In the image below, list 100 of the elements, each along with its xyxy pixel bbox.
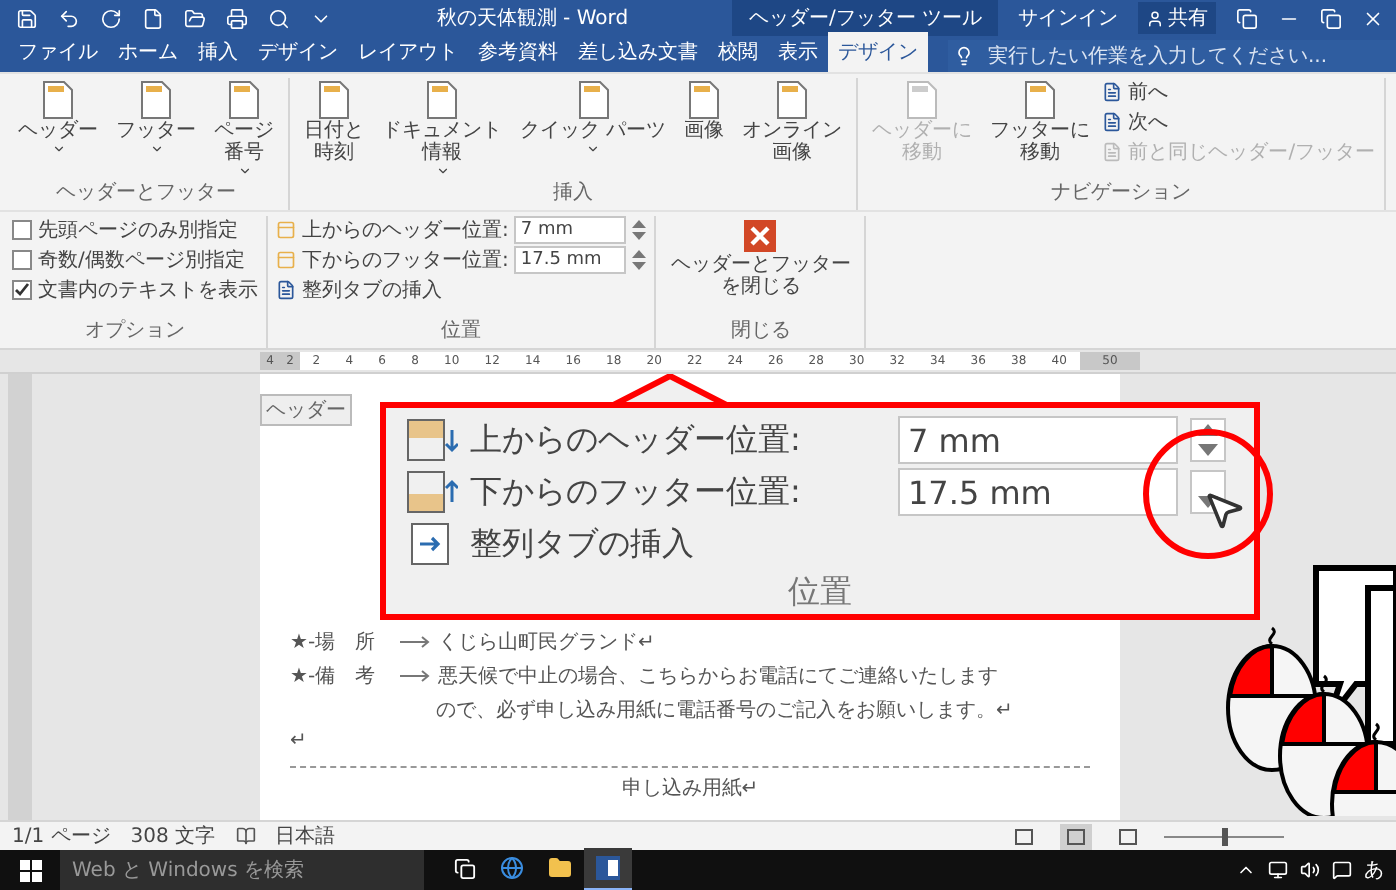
group-label: オプション xyxy=(83,317,187,346)
ribbon-button[interactable]: オンライン画像 xyxy=(736,78,849,180)
lightbulb-icon xyxy=(954,46,974,66)
checkbox[interactable] xyxy=(12,249,32,269)
ribbon-button[interactable]: フッターに移動 xyxy=(984,78,1097,180)
ribbon-button[interactable]: ページ番号 xyxy=(208,78,280,180)
tab-arrow-icon xyxy=(400,670,432,682)
field-label: 上からのヘッダー位置: xyxy=(302,217,509,243)
view-button[interactable] xyxy=(1060,823,1092,849)
item-label: ★-備 考 xyxy=(290,663,378,690)
page-count: 1/1 ページ xyxy=(12,824,111,850)
field-label: 上からのヘッダー位置: xyxy=(470,419,803,461)
save-icon[interactable] xyxy=(16,7,38,29)
ribbon-button[interactable]: 次へ xyxy=(1102,108,1376,134)
ribbon-button[interactable]: フッター xyxy=(110,78,202,158)
ribbon-tab[interactable]: レイアウト xyxy=(348,32,468,72)
document-icon xyxy=(906,80,939,120)
folder-icon xyxy=(548,856,572,880)
sign-in-link[interactable]: サインイン xyxy=(1018,4,1118,32)
document-icon xyxy=(1024,80,1057,120)
document-icon xyxy=(140,80,172,120)
ribbon-button[interactable]: 日付と時刻 xyxy=(298,78,370,180)
redo-icon[interactable] xyxy=(100,7,122,29)
word-count: 308 文字 xyxy=(130,823,216,850)
ribbon-tab[interactable]: 参考資料 xyxy=(468,32,568,72)
restore-icon[interactable] xyxy=(1320,7,1342,29)
document-app-icon xyxy=(596,856,620,880)
share-button[interactable]: 共有 xyxy=(1138,2,1216,34)
item-label: ★-場 所 xyxy=(290,629,378,656)
browser-icon xyxy=(500,856,524,880)
ribbon-tab[interactable]: 表示 xyxy=(768,32,828,72)
checkbox[interactable] xyxy=(12,219,32,239)
ribbon-button[interactable]: 画像 xyxy=(678,78,731,158)
group-label: ナビゲーション xyxy=(1048,180,1193,208)
close-icon[interactable] xyxy=(1362,7,1384,29)
header-position-icon xyxy=(406,418,458,462)
ribbon-button[interactable]: クイック パーツ xyxy=(514,78,673,158)
checkbox-label: 奇数/偶数ページ別指定 xyxy=(38,247,245,273)
spin-field[interactable]: 7 mm xyxy=(514,215,627,243)
document-icon xyxy=(1102,111,1123,131)
checkbox-label: 先頭ページのみ別指定 xyxy=(38,217,238,243)
new-document-icon[interactable] xyxy=(142,7,164,29)
printer-icon[interactable] xyxy=(226,7,248,29)
windows-icon xyxy=(19,859,41,881)
search-icon[interactable] xyxy=(268,7,290,29)
taskbar-app[interactable] xyxy=(584,848,632,890)
tab-arrow-icon xyxy=(400,636,432,648)
document-icon xyxy=(228,80,260,120)
network-icon[interactable] xyxy=(1268,860,1288,880)
ribbon-button[interactable]: ヘッダー xyxy=(12,78,104,158)
section-title: 申し込み用紙↵ xyxy=(619,775,761,802)
group-label: 挿入 xyxy=(551,179,596,208)
paragraph-mark: ↵ xyxy=(290,730,309,752)
context-tool-title: ヘッダー/フッター ツール xyxy=(732,0,998,36)
ribbon-button[interactable]: 前へ xyxy=(1102,78,1376,104)
document-icon xyxy=(426,80,458,120)
checkbox[interactable] xyxy=(12,279,32,299)
option-checkbox[interactable]: 文書内のテキストを表示 xyxy=(12,276,258,302)
insert-alignment-tab-button[interactable]: 整列タブの挿入 xyxy=(470,523,694,565)
spin-field[interactable]: 7 mm xyxy=(898,416,1178,464)
undo-icon[interactable] xyxy=(58,7,80,29)
group-label: 位置 xyxy=(439,317,484,346)
folder-icon[interactable] xyxy=(184,7,206,29)
header-tag: ヘッダー xyxy=(260,394,352,426)
task-view-icon xyxy=(453,857,475,879)
person-icon xyxy=(1146,9,1164,27)
ribbon-tab[interactable]: 挿入 xyxy=(188,32,248,72)
ribbon-tab[interactable]: デザイン xyxy=(248,32,348,72)
proofing-icon[interactable] xyxy=(235,826,256,846)
ribbon-tab[interactable]: 校閲 xyxy=(708,32,768,72)
document-icon xyxy=(577,80,610,120)
spin-field[interactable]: 17.5 mm xyxy=(514,245,627,273)
spinner-icon[interactable] xyxy=(632,217,647,241)
group-label: ヘッダーとフッター xyxy=(54,180,238,208)
ribbon-tab[interactable]: デザイン xyxy=(828,32,928,72)
spin-field[interactable]: 17.5 mm xyxy=(898,468,1178,516)
search-field[interactable]: Web と Windows を検索 xyxy=(60,850,424,890)
ime-indicator[interactable]: あ xyxy=(1364,856,1384,884)
group-label: 閉じる xyxy=(728,318,793,346)
document-text: ので、必ず申し込み用紙に電話番号のご記入をお願いします。↵ xyxy=(436,697,1013,724)
ribbon-tab[interactable]: ホーム xyxy=(108,32,188,72)
volume-icon[interactable] xyxy=(1300,860,1320,880)
field-label: 下からのフッター位置: xyxy=(302,247,509,273)
document-icon xyxy=(688,80,721,120)
document-text: 悪天候で中止の場合、こちらからお電話にてご連絡いたします xyxy=(438,663,998,690)
document-icon xyxy=(42,80,74,120)
document-icon xyxy=(1102,81,1123,101)
ribbon-button[interactable]: ヘッダーとフッターを閉じる xyxy=(664,216,857,314)
ribbon-display-icon[interactable] xyxy=(1236,7,1258,29)
spinner-icon[interactable] xyxy=(632,247,647,271)
zoom-slider-thumb[interactable] xyxy=(1222,827,1228,845)
ribbon-button[interactable]: ドキュメント情報 xyxy=(376,78,508,180)
tell-me-field[interactable]: 実行したい作業を入力してください... xyxy=(948,40,1396,72)
ribbon-tab[interactable]: 差し込み文書 xyxy=(568,32,708,72)
option-checkbox[interactable]: 先頭ページのみ別指定 xyxy=(12,216,258,242)
notification-icon[interactable] xyxy=(1332,860,1352,880)
ribbon-tab[interactable]: ファイル xyxy=(8,32,108,72)
option-checkbox[interactable]: 奇数/偶数ページ別指定 xyxy=(12,246,258,272)
document-icon xyxy=(276,279,296,299)
ribbon-button[interactable]: 整列タブの挿入 xyxy=(276,276,647,302)
